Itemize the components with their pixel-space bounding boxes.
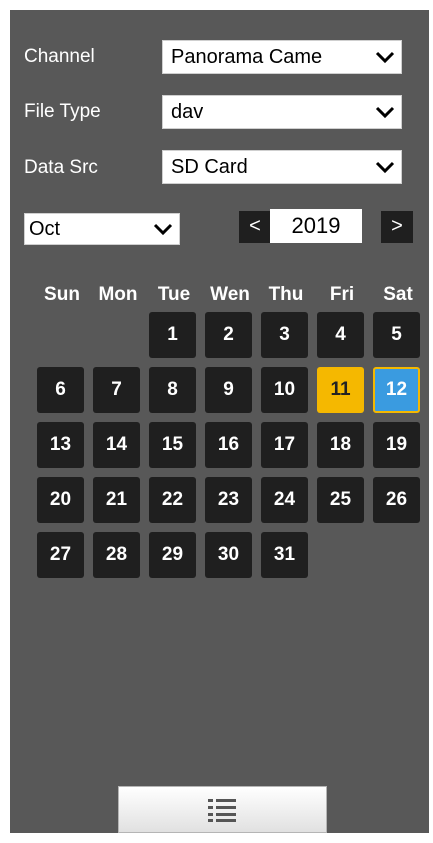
calendar-day[interactable]: 23 — [205, 477, 252, 523]
calendar-day[interactable]: 8 — [149, 367, 196, 413]
calendar-day[interactable]: 2 — [205, 312, 252, 358]
calendar-day[interactable]: 25 — [317, 477, 364, 523]
calendar-day[interactable]: 18 — [317, 422, 364, 468]
calendar-day[interactable]: 21 — [93, 477, 140, 523]
calendar-day[interactable]: 28 — [93, 532, 140, 578]
calendar-day[interactable]: 4 — [317, 312, 364, 358]
calendar-day[interactable]: 7 — [93, 367, 140, 413]
calendar-day[interactable]: 16 — [205, 422, 252, 468]
calendar-day[interactable]: 29 — [149, 532, 196, 578]
data-src-label: Data Src — [24, 157, 98, 178]
channel-value: Panorama Came — [171, 46, 323, 68]
calendar-day[interactable]: 1 — [149, 312, 196, 358]
file-list-button[interactable] — [118, 786, 327, 833]
data-src-value: SD Card — [171, 156, 248, 178]
calendar-day[interactable]: 30 — [205, 532, 252, 578]
chevron-right-icon: > — [391, 215, 403, 237]
file-type-label: File Type — [24, 101, 101, 122]
file-type-select[interactable]: dav — [162, 95, 402, 129]
calendar-day[interactable]: 15 — [149, 422, 196, 468]
chevron-down-icon — [375, 51, 395, 64]
weekday-header: Fri — [329, 284, 355, 305]
channel-select[interactable]: Panorama Came — [162, 40, 402, 74]
calendar-day[interactable]: 6 — [37, 367, 84, 413]
weekday-header: Thu — [268, 284, 304, 305]
next-year-button[interactable]: > — [381, 211, 413, 243]
chevron-down-icon — [375, 161, 395, 174]
calendar-day[interactable]: 13 — [37, 422, 84, 468]
calendar-day[interactable]: 20 — [37, 477, 84, 523]
file-type-value: dav — [171, 101, 204, 123]
weekday-header: Sat — [383, 284, 413, 305]
weekday-header: Sun — [44, 284, 80, 305]
calendar-day[interactable]: 10 — [261, 367, 308, 413]
calendar-day[interactable]: 19 — [373, 422, 420, 468]
chevron-down-icon — [153, 223, 173, 236]
calendar-day[interactable]: 3 — [261, 312, 308, 358]
calendar-day-selected[interactable]: 12 — [373, 367, 420, 413]
data-src-select[interactable]: SD Card — [162, 150, 402, 184]
weekday-header: Wen — [210, 284, 250, 305]
calendar-day[interactable]: 17 — [261, 422, 308, 468]
chevron-left-icon: < — [249, 215, 261, 237]
calendar-day[interactable]: 9 — [205, 367, 252, 413]
year-value: 2019 — [270, 209, 362, 243]
calendar-day[interactable]: 31 — [261, 532, 308, 578]
prev-year-button[interactable]: < — [239, 211, 271, 243]
weekday-header: Mon — [98, 284, 138, 305]
month-value: Oct — [29, 218, 61, 240]
chevron-down-icon — [375, 106, 395, 119]
calendar-day[interactable]: 5 — [373, 312, 420, 358]
calendar-day-today[interactable]: 11 — [317, 367, 364, 413]
channel-label: Channel — [24, 46, 95, 67]
calendar-day[interactable]: 24 — [261, 477, 308, 523]
calendar-day[interactable]: 26 — [373, 477, 420, 523]
calendar-day[interactable]: 27 — [37, 532, 84, 578]
month-select[interactable]: Oct — [24, 213, 180, 245]
list-icon — [208, 799, 236, 822]
calendar-day[interactable]: 22 — [149, 477, 196, 523]
calendar-day[interactable]: 14 — [93, 422, 140, 468]
weekday-header: Tue — [157, 284, 191, 305]
